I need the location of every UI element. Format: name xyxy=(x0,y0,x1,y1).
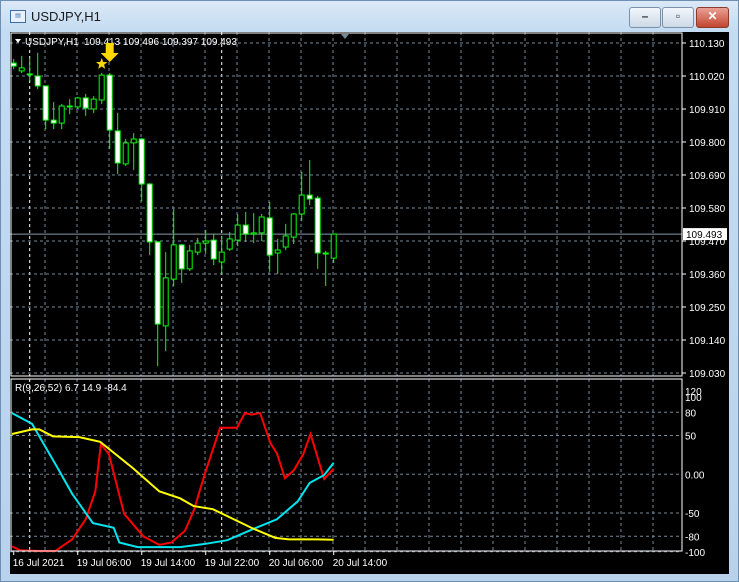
price-axis-label: 109.910 xyxy=(689,105,726,116)
price-axis-label: 109.580 xyxy=(689,204,726,215)
candle-bullish xyxy=(186,250,193,270)
indicator-axis-label: 100 xyxy=(685,393,702,404)
candle-bearish xyxy=(178,244,185,270)
indicator-axis-label: 50 xyxy=(685,432,697,443)
window-title: USDJPY,H1 xyxy=(31,9,101,24)
candle-bearish xyxy=(50,119,57,124)
price-axis-label: 110.130 xyxy=(689,39,725,50)
candle-bearish xyxy=(242,224,249,235)
candle-bullish xyxy=(258,216,265,234)
candle-bullish xyxy=(202,240,209,244)
maximize-button[interactable]: ▫ xyxy=(662,7,694,28)
candle-bullish xyxy=(290,213,297,238)
chart-area[interactable]: 110.130 110.020 109.910 109.800 109.690 109.5… xyxy=(10,32,729,574)
candle-bearish xyxy=(306,194,313,200)
candle-bullish xyxy=(282,235,289,248)
price-axis-label: 109.800 xyxy=(689,138,726,149)
candle-bullish xyxy=(26,73,33,76)
chart-window-icon: ▤ xyxy=(10,10,26,23)
candle-bearish xyxy=(154,241,161,325)
candle-bullish xyxy=(250,232,257,235)
close-button[interactable]: ✕ xyxy=(696,7,729,28)
chart-shift-marker[interactable] xyxy=(341,34,349,39)
indicator-axis-label: 80 xyxy=(685,408,697,419)
candle-bullish xyxy=(162,277,169,327)
price-axis-label: 109.140 xyxy=(689,336,726,347)
candle-bearish xyxy=(266,217,273,256)
candle-bullish xyxy=(90,98,97,110)
price-axis-label: 110.020 xyxy=(689,72,725,83)
star-icon xyxy=(96,58,108,69)
candle-bearish xyxy=(210,239,217,260)
price-axis-label: 109.250 xyxy=(689,303,726,314)
dropdown-triangle-icon[interactable] xyxy=(15,39,21,43)
candle-bullish xyxy=(18,67,25,72)
candle-bullish xyxy=(58,105,65,124)
indicator-axis-label: -50 xyxy=(685,509,700,520)
chart-canvas[interactable]: 110.130 110.020 109.910 109.800 109.690 109.5… xyxy=(10,32,729,574)
candle-bullish xyxy=(130,138,137,144)
candle-bearish xyxy=(106,74,113,131)
candle-bullish xyxy=(74,97,81,108)
time-axis-label: 19 Jul 14:00 xyxy=(141,558,196,569)
candle-bearish xyxy=(114,130,121,164)
candle-bearish xyxy=(66,105,73,108)
close-icon: ✕ xyxy=(707,9,718,23)
candle-bearish xyxy=(146,183,153,243)
candle-bearish xyxy=(34,75,41,87)
minimize-icon: – xyxy=(641,9,649,23)
candle-bullish xyxy=(298,194,305,215)
title-bar[interactable]: ▤ USDJPY,H1 – ▫ ✕ xyxy=(1,1,738,31)
price-axis-label: 109.690 xyxy=(689,171,726,182)
price-axis-label: 109.030 xyxy=(689,369,726,380)
candle-bullish xyxy=(170,244,177,280)
time-axis-label: 20 Jul 06:00 xyxy=(269,558,324,569)
time-axis-label: 20 Jul 14:00 xyxy=(333,558,388,569)
price-axis-label: 109.360 xyxy=(689,270,726,281)
maximize-icon: ▫ xyxy=(675,9,681,23)
candle-bullish xyxy=(226,238,233,250)
candle-bullish xyxy=(274,249,281,254)
symbol-header: USDJPY,H1 xyxy=(25,37,79,48)
candle-bullish xyxy=(218,251,225,263)
indicator-header: R(9,26,52) 6.7 14.9 -84.4 xyxy=(15,383,127,394)
time-axis-label: 16 Jul 2021 xyxy=(13,558,65,569)
candle-bearish xyxy=(10,62,17,67)
indicator-axis-label: 0.00 xyxy=(685,470,705,481)
candle-bullish xyxy=(98,74,105,101)
candle-bullish xyxy=(122,142,129,165)
candle-bearish xyxy=(82,97,89,109)
candle-bearish xyxy=(138,138,145,185)
current-price-label: 109.493 xyxy=(686,230,723,241)
candle-bullish xyxy=(194,242,201,253)
minimize-button[interactable]: – xyxy=(629,7,661,28)
indicator-axis-label: -100 xyxy=(685,548,705,559)
candle-bearish xyxy=(314,197,321,254)
time-axis-label: 19 Jul 22:00 xyxy=(205,558,260,569)
candle-bearish xyxy=(42,85,49,121)
candle-bullish xyxy=(330,233,337,259)
time-axis-label: 19 Jul 06:00 xyxy=(77,558,132,569)
candle-bearish xyxy=(322,252,329,255)
indicator-axis-label: -80 xyxy=(685,532,700,543)
chart-window: ▤ USDJPY,H1 – ▫ ✕ 110.130 110.020 109.910 1… xyxy=(0,0,739,582)
candle-bullish xyxy=(234,224,241,241)
